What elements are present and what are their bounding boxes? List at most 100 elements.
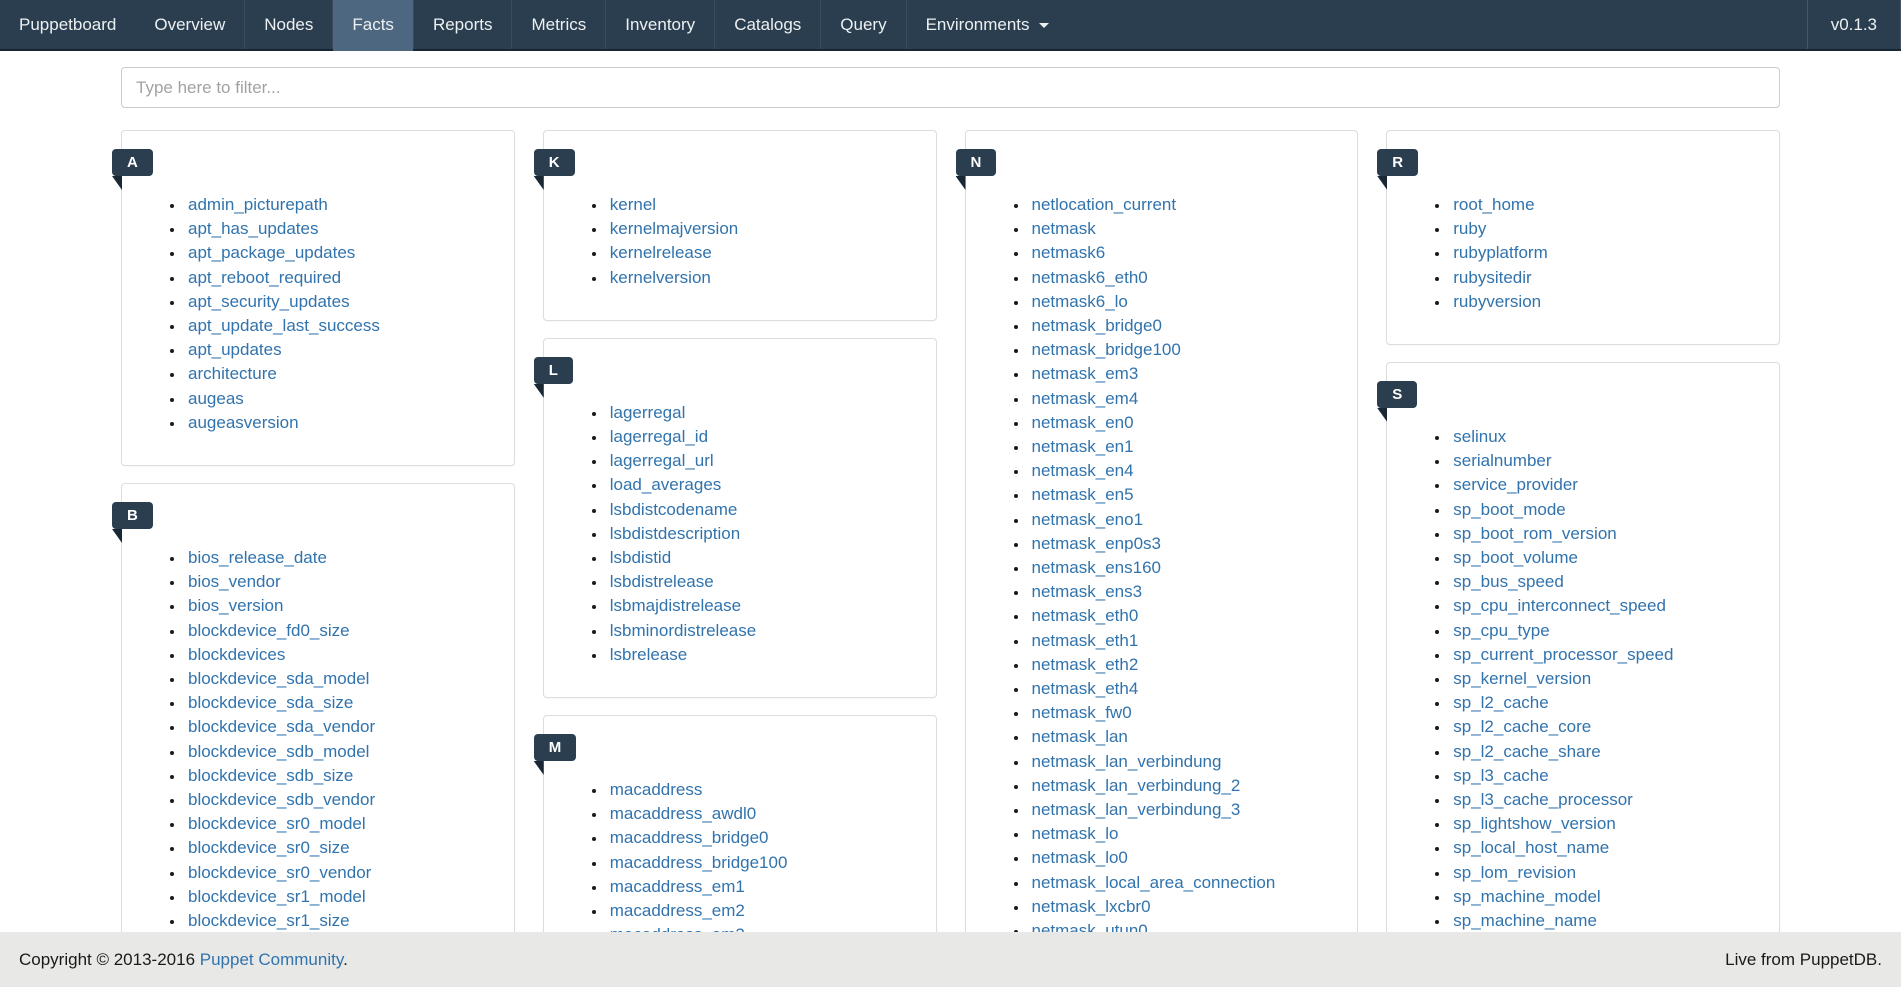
fact-link[interactable]: netmask xyxy=(1032,219,1096,238)
fact-link[interactable]: kernel xyxy=(610,195,656,214)
fact-link[interactable]: augeasversion xyxy=(188,413,299,432)
fact-link[interactable]: sp_machine_model xyxy=(1453,887,1600,906)
fact-link[interactable]: apt_updates xyxy=(188,340,282,359)
fact-link[interactable]: blockdevice_sdb_model xyxy=(188,742,369,761)
fact-link[interactable]: netmask_lo0 xyxy=(1032,848,1128,867)
fact-link[interactable]: macaddress_em2 xyxy=(610,901,745,920)
fact-link[interactable]: netmask6_lo xyxy=(1032,292,1128,311)
fact-link[interactable]: architecture xyxy=(188,364,277,383)
fact-link[interactable]: lsbmajdistrelease xyxy=(610,596,741,615)
fact-link[interactable]: blockdevice_sr1_model xyxy=(188,887,366,906)
fact-link[interactable]: root_home xyxy=(1453,195,1534,214)
fact-link[interactable]: ruby xyxy=(1453,219,1486,238)
fact-link[interactable]: netmask_em4 xyxy=(1032,389,1139,408)
fact-link[interactable]: blockdevice_sr1_size xyxy=(188,911,350,930)
fact-link[interactable]: serialnumber xyxy=(1453,451,1551,470)
fact-link[interactable]: blockdevice_sr0_size xyxy=(188,838,350,857)
fact-link[interactable]: netmask_en1 xyxy=(1032,437,1134,456)
fact-link[interactable]: netmask_ens160 xyxy=(1032,558,1161,577)
fact-link[interactable]: netmask_eth1 xyxy=(1032,631,1139,650)
nav-item-overview[interactable]: Overview xyxy=(135,0,244,49)
fact-link[interactable]: netmask_en4 xyxy=(1032,461,1134,480)
fact-link[interactable]: bios_release_date xyxy=(188,548,327,567)
fact-link[interactable]: blockdevice_sda_vendor xyxy=(188,717,375,736)
fact-link[interactable]: macaddress xyxy=(610,780,703,799)
nav-item-metrics[interactable]: Metrics xyxy=(512,0,605,49)
fact-link[interactable]: netmask_fw0 xyxy=(1032,703,1132,722)
fact-link[interactable]: netmask_enp0s3 xyxy=(1032,534,1161,553)
fact-link[interactable]: sp_l3_cache_processor xyxy=(1453,790,1633,809)
fact-link[interactable]: netmask_en0 xyxy=(1032,413,1134,432)
fact-link[interactable]: netmask_local_area_connection xyxy=(1032,873,1276,892)
fact-link[interactable]: sp_lom_revision xyxy=(1453,863,1576,882)
fact-link[interactable]: macaddress_bridge0 xyxy=(610,828,769,847)
fact-link[interactable]: netmask_lan_verbindung_3 xyxy=(1032,800,1241,819)
fact-link[interactable]: lsbdistid xyxy=(610,548,671,567)
fact-link[interactable]: rubyversion xyxy=(1453,292,1541,311)
fact-link[interactable]: blockdevice_sdb_size xyxy=(188,766,353,785)
fact-link[interactable]: kernelversion xyxy=(610,268,711,287)
fact-link[interactable]: bios_vendor xyxy=(188,572,281,591)
fact-link[interactable]: sp_boot_volume xyxy=(1453,548,1578,567)
fact-link[interactable]: apt_package_updates xyxy=(188,243,355,262)
fact-link[interactable]: blockdevice_fd0_size xyxy=(188,621,350,640)
nav-item-facts[interactable]: Facts xyxy=(333,0,413,49)
fact-link[interactable]: lsbdistdescription xyxy=(610,524,740,543)
fact-link[interactable]: netmask_eno1 xyxy=(1032,510,1144,529)
fact-link[interactable]: blockdevice_sr0_vendor xyxy=(188,863,371,882)
fact-link[interactable]: blockdevice_sr0_model xyxy=(188,814,366,833)
nav-item-nodes[interactable]: Nodes xyxy=(245,0,332,49)
nav-item-catalogs[interactable]: Catalogs xyxy=(715,0,820,49)
fact-link[interactable]: netmask6_eth0 xyxy=(1032,268,1148,287)
puppet-community-link[interactable]: Puppet Community xyxy=(200,950,343,969)
fact-link[interactable]: sp_l2_cache xyxy=(1453,693,1548,712)
fact-link[interactable]: bios_version xyxy=(188,596,283,615)
fact-link[interactable]: selinux xyxy=(1453,427,1506,446)
fact-link[interactable]: sp_l3_cache xyxy=(1453,766,1548,785)
fact-link[interactable]: sp_boot_mode xyxy=(1453,500,1565,519)
fact-link[interactable]: macaddress_bridge100 xyxy=(610,853,788,872)
fact-link[interactable]: lagerregal_url xyxy=(610,451,714,470)
nav-item-query[interactable]: Query xyxy=(821,0,905,49)
fact-link[interactable]: lsbminordistrelease xyxy=(610,621,756,640)
fact-link[interactable]: sp_current_processor_speed xyxy=(1453,645,1673,664)
fact-link[interactable]: netmask_bridge100 xyxy=(1032,340,1181,359)
nav-item-environments[interactable]: Environments xyxy=(907,0,1068,49)
fact-link[interactable]: sp_l2_cache_share xyxy=(1453,742,1600,761)
fact-link[interactable]: lsbdistcodename xyxy=(610,500,738,519)
fact-link[interactable]: sp_boot_rom_version xyxy=(1453,524,1616,543)
fact-link[interactable]: netmask_ens3 xyxy=(1032,582,1143,601)
fact-link[interactable]: sp_kernel_version xyxy=(1453,669,1591,688)
fact-link[interactable]: apt_update_last_success xyxy=(188,316,380,335)
fact-link[interactable]: blockdevice_sda_model xyxy=(188,669,369,688)
nav-item-reports[interactable]: Reports xyxy=(414,0,512,49)
fact-link[interactable]: netlocation_current xyxy=(1032,195,1177,214)
fact-link[interactable]: blockdevice_sdb_vendor xyxy=(188,790,375,809)
fact-link[interactable]: blockdevice_sda_size xyxy=(188,693,353,712)
fact-link[interactable]: service_provider xyxy=(1453,475,1578,494)
fact-link[interactable]: macaddress_awdl0 xyxy=(610,804,756,823)
fact-link[interactable]: lsbrelease xyxy=(610,645,688,664)
filter-input[interactable] xyxy=(121,67,1780,108)
fact-link[interactable]: sp_lightshow_version xyxy=(1453,814,1616,833)
fact-link[interactable]: sp_cpu_interconnect_speed xyxy=(1453,596,1666,615)
fact-link[interactable]: sp_cpu_type xyxy=(1453,621,1549,640)
fact-link[interactable]: lsbdistrelease xyxy=(610,572,714,591)
nav-brand-puppetboard[interactable]: Puppetboard xyxy=(0,0,135,49)
fact-link[interactable]: kernelmajversion xyxy=(610,219,739,238)
nav-item-inventory[interactable]: Inventory xyxy=(606,0,714,49)
fact-link[interactable]: sp_bus_speed xyxy=(1453,572,1564,591)
fact-link[interactable]: netmask_en5 xyxy=(1032,485,1134,504)
fact-link[interactable]: netmask_eth4 xyxy=(1032,679,1139,698)
fact-link[interactable]: blockdevices xyxy=(188,645,285,664)
fact-link[interactable]: apt_reboot_required xyxy=(188,268,341,287)
fact-link[interactable]: netmask_lan_verbindung_2 xyxy=(1032,776,1241,795)
fact-link[interactable]: augeas xyxy=(188,389,244,408)
fact-link[interactable]: kernelrelease xyxy=(610,243,712,262)
fact-link[interactable]: load_averages xyxy=(610,475,722,494)
fact-link[interactable]: netmask_em3 xyxy=(1032,364,1139,383)
fact-link[interactable]: rubyplatform xyxy=(1453,243,1547,262)
fact-link[interactable]: admin_picturepath xyxy=(188,195,328,214)
fact-link[interactable]: netmask_eth2 xyxy=(1032,655,1139,674)
fact-link[interactable]: macaddress_em1 xyxy=(610,877,745,896)
